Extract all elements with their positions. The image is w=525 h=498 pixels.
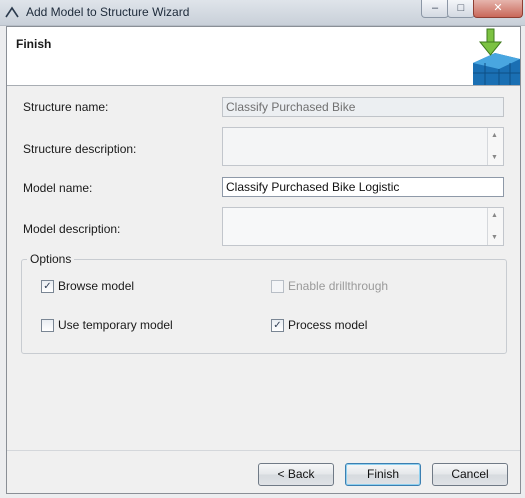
structure-name-label: Structure name: xyxy=(23,100,109,114)
use-temporary-model-checkbox[interactable] xyxy=(41,319,54,332)
model-description-field[interactable]: ▲ ▼ xyxy=(222,207,504,246)
page-title: Finish xyxy=(16,37,52,51)
wizard-dialog: Finish Structure name: Classify Purchase… xyxy=(6,26,521,494)
finish-button[interactable]: Finish xyxy=(345,463,421,486)
back-button[interactable]: < Back xyxy=(258,463,334,486)
wizard-header: Finish xyxy=(7,27,520,86)
process-model-checkbox[interactable]: ✓ xyxy=(271,319,284,332)
model-name-label: Model name: xyxy=(23,181,93,195)
scroll-up-icon: ▲ xyxy=(491,132,498,139)
close-button[interactable]: ✕ xyxy=(473,0,523,18)
structure-description-field: ▲ ▼ xyxy=(222,127,504,166)
browse-model-label[interactable]: Browse model xyxy=(58,279,134,293)
process-model-label[interactable]: Process model xyxy=(288,318,367,332)
enable-drillthrough-label: Enable drillthrough xyxy=(288,279,389,293)
structure-name-field: Classify Purchased Bike xyxy=(222,97,504,117)
maximize-button[interactable]: □ xyxy=(447,0,475,18)
scroll-down-icon[interactable]: ▼ xyxy=(491,234,498,242)
footer-divider xyxy=(7,450,520,451)
use-temporary-model-label[interactable]: Use temporary model xyxy=(58,318,173,332)
structure-description-label: Structure description: xyxy=(23,142,137,156)
model-name-field[interactable]: Classify Purchased Bike Logistic xyxy=(222,177,504,197)
options-group: Options ✓ Browse model Enable drillthrou… xyxy=(21,252,507,354)
options-legend: Options xyxy=(27,252,75,266)
cancel-button[interactable]: Cancel xyxy=(432,463,508,486)
window-title: Add Model to Structure Wizard xyxy=(26,5,190,19)
model-description-label: Model description: xyxy=(23,222,121,236)
title-bar[interactable]: Add Model to Structure Wizard – □ ✕ xyxy=(0,0,525,26)
enable-drillthrough-checkbox xyxy=(271,280,284,293)
minimize-button[interactable]: – xyxy=(421,0,449,18)
model-description-scrollbar[interactable]: ▲ ▼ xyxy=(487,208,503,245)
wizard-app-icon xyxy=(5,6,19,18)
browse-model-checkbox[interactable]: ✓ xyxy=(41,280,54,293)
scroll-down-icon: ▼ xyxy=(491,154,498,161)
scroll-up-icon[interactable]: ▲ xyxy=(491,212,498,220)
structure-description-scrollbar: ▲ ▼ xyxy=(487,128,503,165)
mining-structure-icon xyxy=(473,28,520,85)
